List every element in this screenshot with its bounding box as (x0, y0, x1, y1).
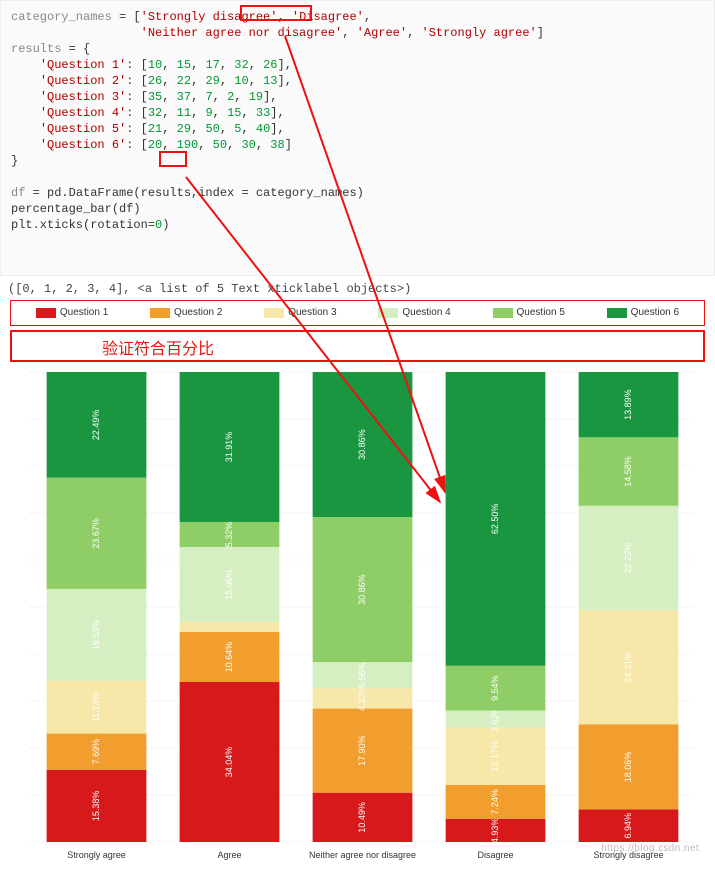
bar-label: 9.54% (490, 675, 500, 701)
annotation-box: 验证符合百分比 (10, 330, 705, 362)
x-tick-label: Strongly agree (67, 850, 126, 860)
bar-label: 15.96% (224, 569, 234, 600)
legend-item: Question 1 (36, 307, 108, 318)
bar-label: 22.49% (91, 410, 101, 441)
bar-label: 4.93% (490, 818, 500, 844)
x-tick-label: Neither agree nor disagree (309, 850, 416, 860)
bar-label: 62.50% (490, 504, 500, 535)
stacked-bar-svg: 15.38% 7.69% 11.24% 19.53% 23.67% 22.49% Stron… (10, 366, 705, 866)
legend-label: Question 1 (60, 307, 108, 318)
highlight-190 (159, 151, 187, 167)
code-cell: category_names = ['Strongly disagree', '… (0, 0, 715, 276)
bar-label: 7.69% (91, 739, 101, 765)
bar-label: 7.24% (490, 789, 500, 815)
bar-label: 10.49% (357, 802, 367, 833)
bar-label: 13.89% (623, 389, 633, 420)
watermark: https://blog.csdn.net (601, 843, 699, 854)
legend-item: Question 3 (264, 307, 336, 318)
bar-label: 34.04% (224, 747, 234, 778)
bar-label: 23.67% (91, 518, 101, 549)
bar-label: 5.56% (357, 662, 367, 688)
annotation-text: 验证符合百分比 (102, 335, 214, 359)
bar-label: 14.58% (623, 456, 633, 487)
plot-area: 15.38% 7.69% 11.24% 19.53% 23.67% 22.49% Stron… (10, 366, 705, 866)
legend-label: Question 3 (288, 307, 336, 318)
bar-label: 5.32% (224, 522, 234, 548)
legend-swatch (264, 308, 284, 318)
bar-label: 17.90% (357, 735, 367, 766)
bar-label: 24.31% (623, 652, 633, 683)
legend-label: Question 6 (631, 307, 679, 318)
code-text: category_names = ['Strongly disagree', '… (11, 10, 544, 232)
x-tick-label: Disagree (477, 850, 513, 860)
legend-item: Question 4 (378, 307, 450, 318)
legend-label: Question 2 (174, 307, 222, 318)
bar-label: 22.22% (623, 543, 633, 574)
legend-label: Question 5 (517, 307, 565, 318)
legend-item: Question 6 (607, 307, 679, 318)
bar-label: 4.32% (357, 686, 367, 712)
bar-label: 18.06% (623, 752, 633, 783)
bar-label: 31.91% (224, 432, 234, 463)
bar-label: 11.24% (91, 692, 101, 722)
bar-label: 19.53% (91, 620, 101, 651)
legend: Question 1 Question 2 Question 3 Question 4… (10, 300, 705, 326)
cell-output: ([0, 1, 2, 3, 4], <a list of 5 Text xtic… (8, 282, 715, 296)
legend-swatch (36, 308, 56, 318)
bar-label: 6.94% (623, 813, 633, 839)
x-tick-label: Agree (217, 850, 241, 860)
legend-item: Question 2 (150, 307, 222, 318)
bar-segment (180, 622, 280, 632)
legend-swatch (607, 308, 627, 318)
legend-item: Question 5 (493, 307, 565, 318)
bar-label: 12.17% (490, 741, 500, 772)
bar-label: 30.86% (357, 429, 367, 460)
chart: Question 1 Question 2 Question 3 Question 4… (6, 300, 709, 866)
bar-label: 30.86% (357, 574, 367, 605)
legend-swatch (493, 308, 513, 318)
legend-label: Question 4 (402, 307, 450, 318)
legend-swatch (150, 308, 170, 318)
bar-label: 15.38% (91, 791, 101, 822)
bar-label: 10.64% (224, 642, 234, 673)
legend-swatch (378, 308, 398, 318)
